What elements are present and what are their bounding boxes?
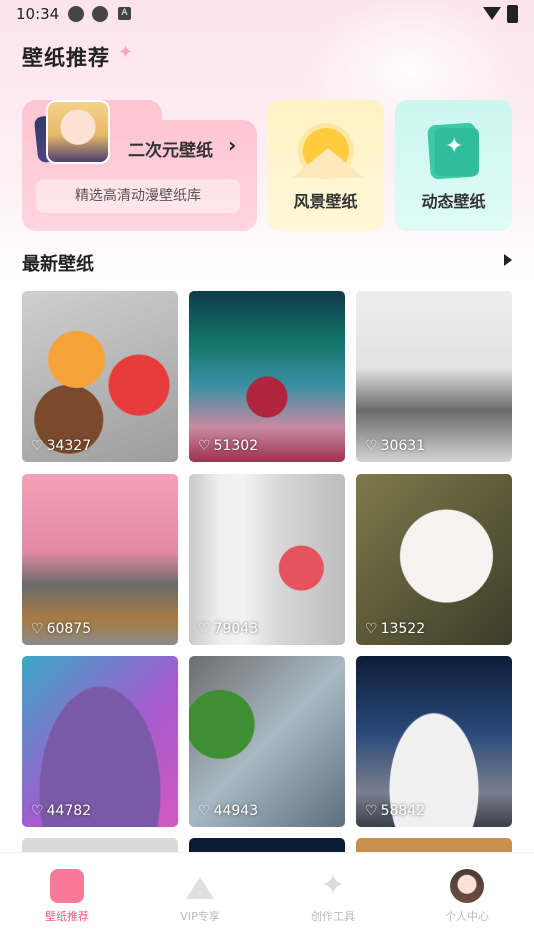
chevron-right-icon: › [228, 133, 237, 157]
wallpaper-tile[interactable]: ♡ 44782 [22, 656, 178, 827]
sparkle-icon: ✦ [320, 868, 346, 903]
app-notification-icon: A [118, 7, 131, 20]
like-count: 79043 [213, 621, 259, 637]
anime-card-subtitle: 精选高清动漫壁纸库 [36, 179, 240, 213]
wallpaper-tile[interactable]: ♡ 79043 [189, 474, 345, 645]
live-card-label: 动态壁纸 [421, 192, 486, 211]
anime-card-label: 二次元壁纸 [128, 141, 213, 161]
like-count: 44782 [46, 803, 92, 819]
heart-icon: ♡ [31, 438, 44, 454]
wallpaper-tile[interactable]: ♡ 34327 [22, 291, 178, 462]
wallpaper-icon [50, 869, 84, 903]
heart-icon: ♡ [31, 803, 44, 819]
avatar-icon [450, 869, 484, 903]
page-title: 壁纸推荐 [22, 46, 110, 70]
heart-icon: ♡ [31, 621, 44, 637]
battery-icon [507, 5, 518, 23]
nav-item-vip[interactable]: VIP专享 [150, 869, 250, 924]
status-bar: 10:34 A [0, 0, 534, 28]
heart-icon: ♡ [198, 621, 211, 637]
heart-icon: ♡ [365, 621, 378, 637]
nav-label: 创作工具 [311, 910, 355, 923]
nav-item-wallpaper[interactable]: 壁纸推荐 [17, 869, 117, 924]
heart-icon: ♡ [365, 803, 378, 819]
scenery-wallpaper-card[interactable]: 风景壁纸 [267, 100, 384, 231]
heart-icon: ♡ [365, 438, 378, 454]
anime-wallpaper-card[interactable]: 二次元壁纸 › 精选高清动漫壁纸库 [22, 100, 257, 231]
notification-icon [92, 6, 108, 22]
wallpaper-tile[interactable]: ♡ 51302 [189, 291, 345, 462]
notification-icon [68, 6, 84, 22]
like-count: 51302 [213, 438, 259, 454]
wallpaper-tile[interactable]: ♡ 44943 [189, 656, 345, 827]
sparkle-icon: ✦ [445, 134, 464, 159]
nav-item-profile[interactable]: 个人中心 [417, 869, 517, 924]
scenery-card-label: 风景壁纸 [293, 192, 358, 211]
like-count: 13522 [380, 621, 426, 637]
wallpaper-tile[interactable]: ♡ 13522 [356, 474, 512, 645]
bottom-nav: 壁纸推荐 VIP专享 ✦ 创作工具 个人中心 [0, 852, 534, 951]
like-count: 60875 [46, 621, 92, 637]
nav-item-create[interactable]: ✦ 创作工具 [283, 869, 383, 924]
anime-thumbnail [46, 100, 110, 164]
nav-label: 壁纸推荐 [45, 910, 89, 923]
heart-icon: ♡ [198, 438, 211, 454]
more-arrow-icon[interactable] [504, 254, 512, 266]
nav-label: VIP专享 [180, 910, 220, 923]
like-count: 34327 [46, 438, 92, 454]
like-count: 58842 [380, 803, 426, 819]
wallpaper-tile[interactable]: ♡ 30631 [356, 291, 512, 462]
mountain-icon [292, 148, 364, 178]
live-wallpaper-card[interactable]: ✦ 动态壁纸 [395, 100, 512, 231]
sparkle-icon: ✦ [118, 42, 134, 63]
wifi-icon [483, 7, 501, 20]
wallpaper-tile[interactable]: ♡ 60875 [22, 474, 178, 645]
section-title: 最新壁纸 [22, 254, 94, 275]
heart-icon: ♡ [198, 803, 211, 819]
wallpaper-tile[interactable]: ♡ 58842 [356, 656, 512, 827]
status-time: 10:34 [16, 5, 60, 23]
crown-icon [183, 869, 217, 903]
nav-label: 个人中心 [445, 910, 489, 923]
like-count: 30631 [380, 438, 426, 454]
like-count: 44943 [213, 803, 259, 819]
